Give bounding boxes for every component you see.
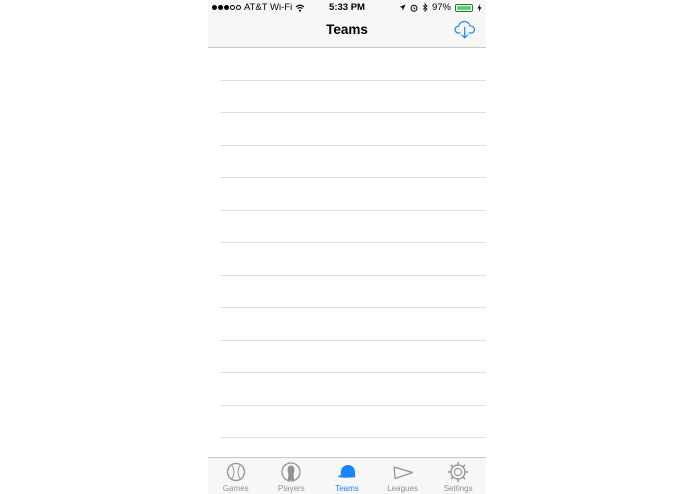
tab-players[interactable]: Players: [264, 458, 320, 494]
navigation-bar: Teams: [208, 15, 486, 48]
tab-label: Players: [278, 484, 305, 493]
table-row[interactable]: [220, 406, 486, 438]
status-bar: AT&T Wi-Fi 5:33 PM 97%: [208, 0, 486, 15]
tab-label: Games: [222, 484, 249, 493]
teams-table: [208, 48, 486, 457]
charging-bolt-icon: [477, 3, 482, 12]
tab-label: Teams: [335, 484, 359, 493]
cap-icon: [337, 465, 356, 478]
tab-settings[interactable]: Settings: [430, 458, 486, 494]
table-row[interactable]: [220, 373, 486, 406]
battery-percent: 97%: [431, 2, 451, 13]
tab-bar: Games Players Teams Leagues Settings: [208, 457, 486, 494]
table-row[interactable]: [220, 308, 486, 341]
battery-icon: [455, 3, 473, 12]
baseball-icon: [226, 462, 245, 482]
table-row[interactable]: [220, 146, 486, 178]
pennant-icon: [392, 466, 413, 480]
table-row[interactable]: [220, 243, 486, 276]
page-title: Teams: [326, 22, 368, 37]
tab-games[interactable]: Games: [208, 458, 264, 494]
table-row[interactable]: [220, 178, 486, 211]
table-row[interactable]: [220, 81, 486, 113]
tab-label: Leagues: [387, 484, 418, 493]
player-silhouette-icon: [281, 462, 302, 482]
gear-icon: [447, 461, 469, 483]
cloud-download-button[interactable]: [454, 20, 476, 40]
bluetooth-icon: [422, 3, 428, 12]
table-row[interactable]: [220, 276, 486, 308]
table-row[interactable]: [220, 341, 486, 373]
tab-label: Settings: [443, 484, 473, 493]
tab-teams[interactable]: Teams: [319, 458, 375, 494]
alarm-icon: [410, 4, 418, 12]
app-screen: AT&T Wi-Fi 5:33 PM 97% Teams Games Playe…: [208, 0, 486, 494]
location-arrow-icon: [399, 4, 406, 11]
table-row[interactable]: [220, 113, 486, 146]
status-indicators: 97%: [399, 2, 482, 13]
table-row[interactable]: [220, 211, 486, 243]
tab-leagues[interactable]: Leagues: [375, 458, 431, 494]
battery-level-fill: [457, 5, 471, 10]
cloud-download-icon: [454, 20, 476, 39]
table-row[interactable]: [220, 48, 486, 81]
